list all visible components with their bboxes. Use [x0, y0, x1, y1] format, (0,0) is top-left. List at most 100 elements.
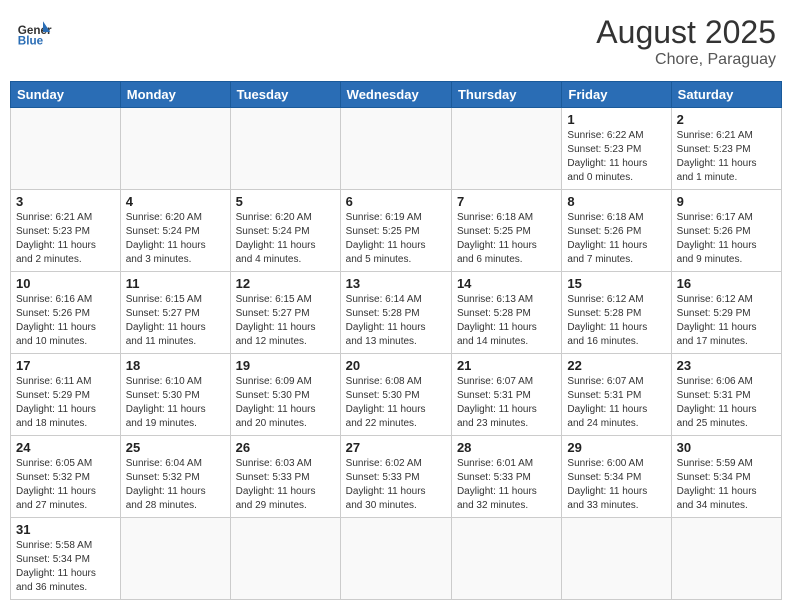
day-info: Sunrise: 6:03 AM Sunset: 5:33 PM Dayligh…	[236, 457, 335, 513]
day-info: Sunrise: 6:16 AM Sunset: 5:26 PM Dayligh…	[16, 293, 115, 349]
logo: General Blue	[16, 14, 52, 50]
logo-icon: General Blue	[16, 14, 52, 50]
calendar-cell: 19 Sunrise: 6:09 AM Sunset: 5:30 PM Dayli…	[230, 354, 340, 436]
day-number: 30	[677, 440, 776, 455]
location: Chore, Paraguay	[596, 51, 776, 69]
calendar-cell: 3 Sunrise: 6:21 AM Sunset: 5:23 PM Daylig…	[11, 190, 121, 272]
day-info: Sunrise: 5:58 AM Sunset: 5:34 PM Dayligh…	[16, 539, 115, 595]
weekday-header-tuesday: Tuesday	[230, 82, 340, 108]
calendar-cell	[451, 518, 561, 600]
day-number: 12	[236, 276, 335, 291]
calendar-cell: 8 Sunrise: 6:18 AM Sunset: 5:26 PM Daylig…	[562, 190, 671, 272]
day-number: 31	[16, 522, 115, 537]
day-info: Sunrise: 6:11 AM Sunset: 5:29 PM Dayligh…	[16, 375, 115, 431]
calendar-cell: 18Sunrise: 6:10 AM Sunset: 5:30 PM Dayli…	[120, 354, 230, 436]
day-number: 19	[236, 358, 335, 373]
day-info: Sunrise: 6:15 AM Sunset: 5:27 PM Dayligh…	[126, 293, 225, 349]
day-info: Sunrise: 6:09 AM Sunset: 5:30 PM Dayligh…	[236, 375, 335, 431]
day-number: 11	[126, 276, 225, 291]
day-number: 27	[346, 440, 446, 455]
day-info: Sunrise: 6:21 AM Sunset: 5:23 PM Dayligh…	[677, 129, 776, 185]
calendar-cell: 12 Sunrise: 6:15 AM Sunset: 5:27 PM Dayli…	[230, 272, 340, 354]
calendar-cell: 17Sunrise: 6:11 AM Sunset: 5:29 PM Dayli…	[11, 354, 121, 436]
calendar-cell: 27 Sunrise: 6:02 AM Sunset: 5:33 PM Dayli…	[340, 436, 451, 518]
calendar-cell	[562, 518, 671, 600]
calendar-cell	[230, 108, 340, 190]
day-number: 7	[457, 194, 556, 209]
day-info: Sunrise: 6:15 AM Sunset: 5:27 PM Dayligh…	[236, 293, 335, 349]
day-info: Sunrise: 6:01 AM Sunset: 5:33 PM Dayligh…	[457, 457, 556, 513]
day-number: 29	[567, 440, 665, 455]
calendar-cell: 30 Sunrise: 5:59 AM Sunset: 5:34 PM Dayli…	[671, 436, 781, 518]
weekday-header-thursday: Thursday	[451, 82, 561, 108]
day-info: Sunrise: 6:06 AM Sunset: 5:31 PM Dayligh…	[677, 375, 776, 431]
calendar-cell: 7 Sunrise: 6:18 AM Sunset: 5:25 PM Daylig…	[451, 190, 561, 272]
day-info: Sunrise: 6:19 AM Sunset: 5:25 PM Dayligh…	[346, 211, 446, 267]
calendar-cell	[340, 108, 451, 190]
week-row-5: 31 Sunrise: 5:58 AM Sunset: 5:34 PM Dayli…	[11, 518, 782, 600]
day-number: 21	[457, 358, 556, 373]
day-number: 13	[346, 276, 446, 291]
weekday-header-row: SundayMondayTuesdayWednesdayThursdayFrid…	[11, 82, 782, 108]
calendar-cell: 14Sunrise: 6:13 AM Sunset: 5:28 PM Dayli…	[451, 272, 561, 354]
day-number: 20	[346, 358, 446, 373]
calendar-cell: 22Sunrise: 6:07 AM Sunset: 5:31 PM Dayli…	[562, 354, 671, 436]
day-info: Sunrise: 6:05 AM Sunset: 5:32 PM Dayligh…	[16, 457, 115, 513]
calendar-cell: 25Sunrise: 6:04 AM Sunset: 5:32 PM Dayli…	[120, 436, 230, 518]
svg-text:Blue: Blue	[18, 35, 44, 48]
day-number: 1	[567, 112, 665, 127]
day-info: Sunrise: 6:21 AM Sunset: 5:23 PM Dayligh…	[16, 211, 115, 267]
weekday-header-sunday: Sunday	[11, 82, 121, 108]
calendar-cell	[671, 518, 781, 600]
calendar-cell: 20 Sunrise: 6:08 AM Sunset: 5:30 PM Dayli…	[340, 354, 451, 436]
day-number: 5	[236, 194, 335, 209]
week-row-1: 3 Sunrise: 6:21 AM Sunset: 5:23 PM Daylig…	[11, 190, 782, 272]
calendar-cell: 31 Sunrise: 5:58 AM Sunset: 5:34 PM Dayli…	[11, 518, 121, 600]
week-row-0: 1 Sunrise: 6:22 AM Sunset: 5:23 PM Daylig…	[11, 108, 782, 190]
calendar-cell	[120, 108, 230, 190]
day-number: 18	[126, 358, 225, 373]
day-info: Sunrise: 5:59 AM Sunset: 5:34 PM Dayligh…	[677, 457, 776, 513]
day-info: Sunrise: 6:18 AM Sunset: 5:25 PM Dayligh…	[457, 211, 556, 267]
weekday-header-monday: Monday	[120, 82, 230, 108]
day-number: 4	[126, 194, 225, 209]
day-number: 14	[457, 276, 556, 291]
day-number: 24	[16, 440, 115, 455]
day-number: 23	[677, 358, 776, 373]
day-info: Sunrise: 6:12 AM Sunset: 5:29 PM Dayligh…	[677, 293, 776, 349]
calendar-cell: 29 Sunrise: 6:00 AM Sunset: 5:34 PM Dayli…	[562, 436, 671, 518]
day-number: 28	[457, 440, 556, 455]
day-info: Sunrise: 6:18 AM Sunset: 5:26 PM Dayligh…	[567, 211, 665, 267]
day-number: 15	[567, 276, 665, 291]
calendar-cell: 10 Sunrise: 6:16 AM Sunset: 5:26 PM Dayli…	[11, 272, 121, 354]
month-year: August 2025	[596, 14, 776, 51]
day-number: 16	[677, 276, 776, 291]
day-info: Sunrise: 6:07 AM Sunset: 5:31 PM Dayligh…	[457, 375, 556, 431]
calendar-cell: 4 Sunrise: 6:20 AM Sunset: 5:24 PM Daylig…	[120, 190, 230, 272]
calendar-cell: 6Sunrise: 6:19 AM Sunset: 5:25 PM Daylig…	[340, 190, 451, 272]
day-info: Sunrise: 6:17 AM Sunset: 5:26 PM Dayligh…	[677, 211, 776, 267]
day-number: 26	[236, 440, 335, 455]
day-number: 2	[677, 112, 776, 127]
day-number: 25	[126, 440, 225, 455]
day-number: 10	[16, 276, 115, 291]
day-info: Sunrise: 6:02 AM Sunset: 5:33 PM Dayligh…	[346, 457, 446, 513]
calendar-cell: 28 Sunrise: 6:01 AM Sunset: 5:33 PM Dayli…	[451, 436, 561, 518]
calendar-cell	[230, 518, 340, 600]
calendar-cell: 9Sunrise: 6:17 AM Sunset: 5:26 PM Daylig…	[671, 190, 781, 272]
day-number: 8	[567, 194, 665, 209]
day-number: 3	[16, 194, 115, 209]
day-info: Sunrise: 6:22 AM Sunset: 5:23 PM Dayligh…	[567, 129, 665, 185]
calendar-cell: 23 Sunrise: 6:06 AM Sunset: 5:31 PM Dayli…	[671, 354, 781, 436]
weekday-header-wednesday: Wednesday	[340, 82, 451, 108]
weekday-header-friday: Friday	[562, 82, 671, 108]
title-block: August 2025 Chore, Paraguay	[596, 14, 776, 69]
calendar-cell: 1 Sunrise: 6:22 AM Sunset: 5:23 PM Daylig…	[562, 108, 671, 190]
calendar-table: SundayMondayTuesdayWednesdayThursdayFrid…	[10, 81, 782, 600]
day-info: Sunrise: 6:20 AM Sunset: 5:24 PM Dayligh…	[126, 211, 225, 267]
day-number: 22	[567, 358, 665, 373]
day-info: Sunrise: 6:08 AM Sunset: 5:30 PM Dayligh…	[346, 375, 446, 431]
day-info: Sunrise: 6:00 AM Sunset: 5:34 PM Dayligh…	[567, 457, 665, 513]
week-row-3: 17Sunrise: 6:11 AM Sunset: 5:29 PM Dayli…	[11, 354, 782, 436]
day-info: Sunrise: 6:20 AM Sunset: 5:24 PM Dayligh…	[236, 211, 335, 267]
